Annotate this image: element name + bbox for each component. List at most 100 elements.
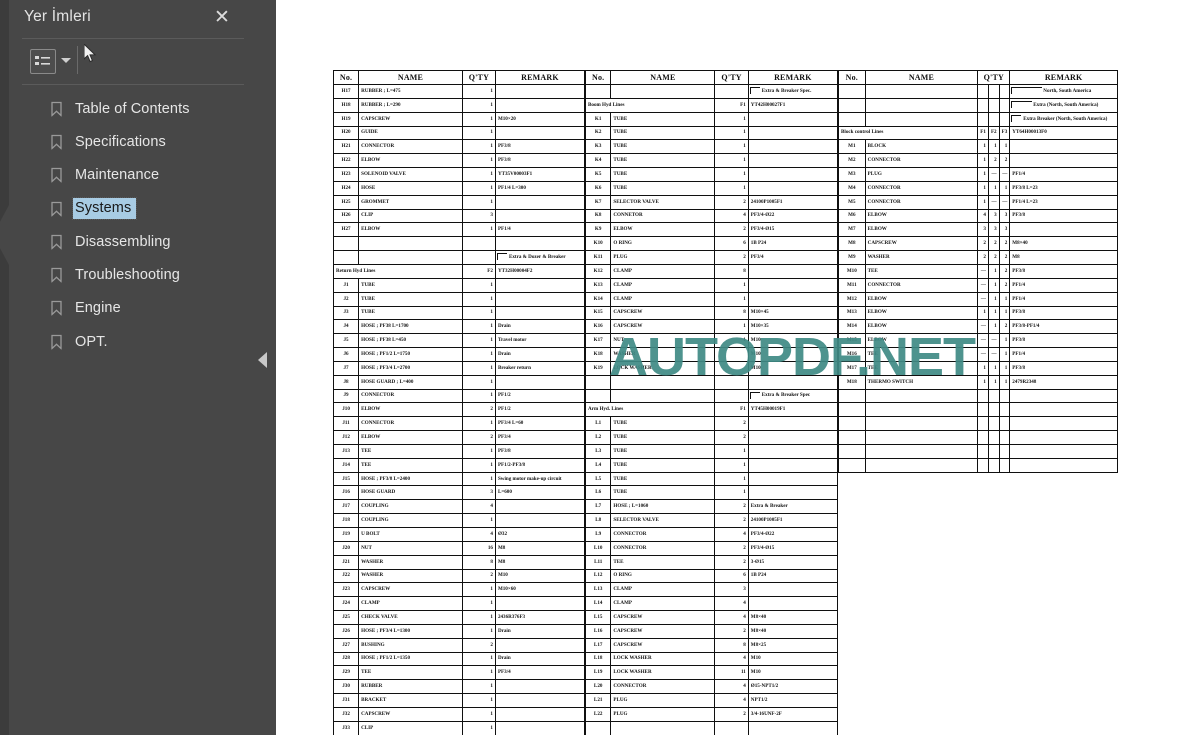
cell-name: TUBE	[610, 125, 716, 141]
cell-qty-f2: 1	[987, 291, 1000, 307]
cell-no: K1	[584, 111, 612, 127]
table-row: J26 HOSE ; PF3/4 L=1300 1 Drain	[332, 623, 586, 639]
cell-name: CONNECTOR	[864, 194, 979, 210]
table-row: H23 SOLENOID VALVE 1 YT35V00003F1	[332, 167, 586, 182]
cell-qty: 2	[714, 250, 749, 265]
cell-qty-f3: 1	[998, 291, 1011, 307]
panel-title: Yer İmleri	[24, 8, 91, 25]
cell-name: NUT	[610, 333, 716, 349]
bracket-leader-icon	[1011, 87, 1043, 94]
cell-remark: PF3/8	[494, 139, 586, 155]
cell-name: CLAMP	[610, 582, 716, 598]
sidebar-item-opt[interactable]: OPT.	[9, 325, 276, 358]
bookmark-icon	[51, 168, 62, 183]
collapse-left-icon[interactable]	[258, 352, 267, 368]
table-row: K8 CONNETOR 4 PF3/4-Ø22	[584, 208, 839, 224]
cell-no: K10	[584, 236, 612, 252]
cell-remark: 1B P24	[747, 568, 839, 584]
table-row: L4 TUBE 1	[584, 457, 839, 473]
cell-name: CLAMP	[358, 596, 463, 612]
cell-no: L4	[584, 457, 612, 473]
table-row: H24 HOSE 1 PF1/4 L=300	[332, 180, 586, 196]
cell-remark	[747, 263, 839, 279]
document-viewport[interactable]: No. NAME Q'TY REMARK H17 RUBBER ; L=475 1 H18 RU…	[276, 0, 1200, 735]
cell-name: BUSHING	[358, 637, 463, 653]
list-view-icon[interactable]	[30, 49, 56, 74]
cell-qty-f3	[998, 402, 1011, 418]
sidebar-item-systems[interactable]: Systems	[9, 192, 276, 225]
cell-remark: PF1/2-PF3/8	[494, 457, 586, 473]
cell-no: J18	[332, 513, 360, 528]
cell-qty: 1	[714, 471, 749, 487]
cell-name: HOSE ; PF3/8 L=2400	[358, 471, 463, 487]
cell-remark: 1B P24	[747, 236, 839, 252]
cell-no	[838, 430, 866, 445]
sidebar-item-table-of-contents[interactable]: Table of Contents	[9, 92, 276, 125]
cell-qty: 1	[461, 84, 496, 99]
cell-no: J33	[332, 720, 360, 735]
cell-qty: 1	[714, 167, 749, 182]
cell-no: L17	[584, 637, 612, 653]
cell-name: HOSE ; L=1060	[610, 499, 716, 515]
cell-name: TEE	[864, 347, 979, 362]
cell-qty-f2	[987, 443, 1000, 459]
cell-qty: 1	[461, 706, 496, 722]
cell-name: TUBE	[610, 153, 716, 169]
cell-remark	[747, 125, 839, 141]
cell-name: TUBE	[610, 485, 716, 501]
table-row: J9 CONNECTOR 1 PF1/2	[332, 388, 586, 404]
cell-no: H24	[332, 180, 360, 196]
cell-name	[864, 111, 979, 127]
sidebar-item-maintenance[interactable]: Maintenance	[9, 159, 276, 192]
table-row: Arm Hyd. Lines F1 YT45H00019F1	[584, 402, 839, 418]
cell-no: J26	[332, 623, 360, 639]
cell-qty: 1	[461, 513, 496, 528]
cell-qty: 3	[461, 485, 496, 501]
sidebar-item-troubleshooting[interactable]: Troubleshooting	[9, 258, 276, 291]
cell-qty: 1	[461, 180, 496, 196]
cell-qty-f3	[998, 457, 1011, 473]
cell-remark	[1009, 443, 1118, 459]
sidebar-item-disassembling[interactable]: Disassembling	[9, 225, 276, 258]
cell-no: M14	[838, 319, 866, 335]
list-view-glyph	[35, 56, 50, 65]
column-header-name: NAME	[610, 70, 716, 85]
cell-qty: 16	[461, 540, 496, 556]
cell-no: L12	[584, 568, 612, 584]
cell-no: L1	[584, 416, 612, 432]
cell-name	[358, 250, 463, 265]
cell-qty-f2: 1	[987, 277, 1000, 293]
table-row: L22 PLUG 2 3/4-16UNF-2F	[584, 706, 839, 722]
cell-remark: PF1/2	[494, 402, 586, 418]
cell-name: GROMMET	[358, 194, 463, 210]
sidebar-item-engine[interactable]: Engine	[9, 292, 276, 325]
cell-no: M6	[838, 208, 866, 224]
cell-qty: 2	[714, 706, 749, 722]
cell-name: TUBE	[610, 443, 716, 459]
cell-remark: M10	[747, 347, 839, 362]
cell-qty-f1: —	[977, 263, 989, 279]
cell-remark: PF3/8	[1009, 208, 1118, 224]
table-row: K10 O RING 6 1B P24	[584, 236, 839, 252]
bookmark-list: Table of Contents Specifications Maintenan…	[9, 92, 276, 358]
table-row: J32 CAPSCREW 1	[332, 706, 586, 722]
cell-remark: YT42H00027F1	[747, 97, 839, 113]
cell-remark: PF3/8	[1009, 360, 1118, 376]
cell-remark	[747, 111, 839, 127]
cell-qty: 1	[461, 167, 496, 182]
cell-no: J1	[332, 277, 360, 293]
table-row: J11 CONNECTOR 1 PF3/4 L=60	[332, 416, 586, 432]
cell-qty-f1: 1	[977, 305, 989, 321]
cell-name: CAPSCREW	[358, 582, 463, 598]
cell-qty-f3: 2	[998, 263, 1011, 279]
sidebar-item-specifications[interactable]: Specifications	[9, 125, 276, 158]
table-row: M13 ELBOW 1 1 1 PF3/8	[838, 305, 1118, 321]
close-icon[interactable]: ✕	[210, 6, 234, 30]
cell-name: CONNECTOR	[358, 139, 463, 155]
table-row: M1 BLOCK 1 1 1	[838, 139, 1118, 155]
chevron-down-icon[interactable]	[61, 58, 71, 63]
cell-no: K11	[584, 250, 612, 265]
cell-qty-f2	[987, 416, 1000, 432]
cell-name: COUPLING	[358, 499, 463, 515]
table-row: K7 SELECTOR VALVE 2 24100P1005F1	[584, 194, 839, 210]
